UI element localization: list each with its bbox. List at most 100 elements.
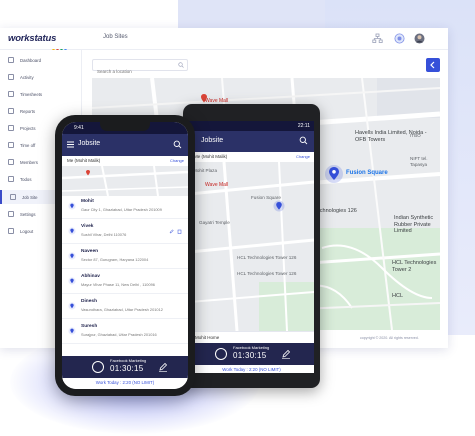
map-label-hcl-text: HCL Technologies Tower 2 [392, 260, 437, 273]
sidebar-item-label: Members [20, 159, 38, 165]
list-item[interactable]: Vivek Sushil Vihar, Delhi 110076 [62, 221, 188, 244]
power-icon[interactable] [92, 361, 104, 373]
task-name: Facebook Marketing [110, 358, 147, 363]
sidebar-item-label: Dashboard [20, 57, 42, 63]
work-today: Work Today : 2:20 (NO LIMIT) [222, 367, 281, 372]
android-location-row: Me (Mohit Malik) Change [189, 152, 314, 162]
timer-bar: Facebook Marketing 01:30:15 [189, 343, 314, 365]
edit-icon[interactable] [281, 349, 291, 359]
sidebar-item-label: Activity [20, 74, 34, 80]
iphone-bottom-panel: Facebook Marketing 01:30:15 Work Today :… [62, 356, 188, 389]
location-pin-icon [68, 227, 76, 235]
mall-pin-icon[interactable] [200, 94, 208, 103]
android-clock: 22:11 [297, 123, 310, 129]
iphone-clock: 9:41 [74, 125, 84, 131]
current-user-location: Me (Mohit Malik) [67, 158, 101, 163]
map-label-fusion: Fusion Square [346, 170, 388, 176]
iphone-map[interactable] [62, 166, 188, 196]
collapse-panel-button[interactable] [426, 58, 440, 72]
change-location-link[interactable]: Change [170, 158, 184, 163]
sidebar-item-label: Projects [20, 125, 36, 131]
org-chart-icon[interactable] [372, 33, 383, 44]
site-name: Dinesh [81, 299, 97, 304]
map-label-gayatri: Gayatri Temple [199, 220, 230, 225]
site-name: Naveen [81, 249, 99, 254]
location-search [92, 59, 188, 77]
iphone-app-bar: Jobsite [62, 134, 188, 156]
site-address: Mayur Vihar Phase 11, New Delhi , 110096 [81, 282, 155, 287]
sidebar-item-label: Todos [20, 176, 32, 182]
map-label-plaza: Mohit Plaza [193, 168, 218, 173]
edit-delete-icons[interactable] [169, 229, 183, 234]
location-pin-icon [68, 302, 76, 310]
checklist-icon [8, 176, 14, 182]
power-icon[interactable] [215, 348, 227, 360]
site-address: Vasundhara, Ghaziabad, Uttar Pradesh 201… [81, 307, 163, 312]
sidebar-item-dashboard[interactable]: Dashboard [0, 53, 82, 67]
android-phone: 22:11 Jobsite Me (Mohit Malik) Change Mo… [183, 104, 320, 388]
map-label-indian: Indian Synthetic Rubber Private Limited [394, 215, 440, 235]
map-label-itbo: ITBO [410, 133, 421, 138]
search-icon[interactable] [178, 62, 184, 68]
list-item[interactable]: Naveen Sector 87, Gurugram, Haryana 12200… [62, 246, 188, 269]
sidebar-item-label: Reports [20, 108, 36, 114]
pin-icon [10, 194, 16, 200]
site-name: Mohit [81, 199, 94, 204]
iphone: 9:41 Jobsite Me (Mohit Malik) Change Moh… [55, 115, 195, 396]
iphone-notch [100, 122, 150, 131]
timer-display: 01:30:15 [233, 351, 267, 360]
android-app-title: Jobsite [201, 137, 224, 144]
map-label-hcl-a: HCL Technologies Tower 126 [237, 255, 297, 260]
android-status-bar: 22:11 [189, 121, 314, 131]
logout-icon [8, 228, 14, 234]
sidebar-item-timesheets[interactable]: Timesheets [0, 87, 82, 101]
status-ring-icon[interactable] [394, 33, 405, 44]
workstatus-jobsite-mockup: workstatus Job Sites Dashboard Activity [0, 0, 475, 436]
dashboard-topbar: workstatus Job Sites [0, 28, 448, 52]
map-label-havells: Havells India Limited, Noida - OFB Tower… [355, 130, 437, 143]
map-label-hcl2: HCL [392, 293, 404, 299]
clock-icon [8, 142, 14, 148]
chevron-left-icon [430, 61, 435, 69]
site-address: Gaur City 1, Ghaziabad, Uttar Pradesh 20… [81, 207, 162, 212]
sidebar-item-label: Timesheets [20, 91, 43, 97]
location-pin-icon [68, 202, 76, 210]
list-item[interactable]: Mohit Gaur City 1, Ghaziabad, Uttar Prade… [62, 196, 188, 219]
task-name: Facebook Marketing [233, 345, 270, 350]
list-item[interactable]: Abhinav Mayur Vihar Phase 11, New Delhi ,… [62, 271, 188, 294]
sidebar-item-label: Settings [20, 211, 36, 217]
jobsite-list: Mohit Gaur City 1, Ghaziabad, Uttar Prade… [62, 196, 188, 356]
sidebar-item-activity[interactable]: Activity [0, 70, 82, 84]
fusion-square-pin-icon[interactable] [324, 164, 344, 184]
work-today: Work Today : 2:20 (NO LIMIT) [95, 380, 155, 385]
sidebar-item-label: Job Site [22, 194, 38, 200]
list-item[interactable]: Suresh Surajpur, Ghaziabad, Uttar Pradesh… [62, 321, 188, 344]
site-name: Abhinav [81, 274, 100, 279]
map-label-havells-text: Havells India Limited, Noida - OFB Tower… [355, 130, 427, 143]
jobsite-pin-icon[interactable] [273, 200, 285, 212]
search-icon[interactable] [299, 136, 308, 145]
sidebar-item-label: Time off [20, 142, 36, 148]
search-input[interactable] [93, 66, 173, 77]
gear-icon [8, 211, 14, 217]
edit-icon[interactable] [158, 362, 168, 372]
location-pin-icon [68, 327, 76, 335]
map-label-nift: NIFT tel. Tapasya [410, 156, 440, 167]
android-map[interactable]: Mohit Plaza Wave Mall Fusion Square Gaya… [189, 162, 314, 331]
location-pin-icon [68, 277, 76, 285]
change-location-link[interactable]: Change [296, 154, 310, 159]
workstatus-logo[interactable]: workstatus [8, 33, 56, 44]
users-icon [8, 159, 14, 165]
sidebar-item-label: Logout [20, 228, 34, 234]
iphone-screen: 9:41 Jobsite Me (Mohit Malik) Change Moh… [62, 122, 188, 389]
map-label-wave: Wave Mall [205, 182, 229, 188]
user-avatar[interactable] [414, 33, 425, 44]
menu-icon[interactable] [67, 141, 74, 148]
grid-icon [8, 57, 14, 63]
android-app-bar: Jobsite [189, 131, 314, 152]
timer-display: 01:30:15 [110, 364, 144, 373]
bottom-location: Mohit Home [195, 335, 220, 340]
search-icon[interactable] [173, 140, 182, 149]
copyright-text: copyright © 2020. All rights reserved. [360, 336, 419, 340]
list-item[interactable]: Dinesh Vasundhara, Ghaziabad, Uttar Prade… [62, 296, 188, 319]
